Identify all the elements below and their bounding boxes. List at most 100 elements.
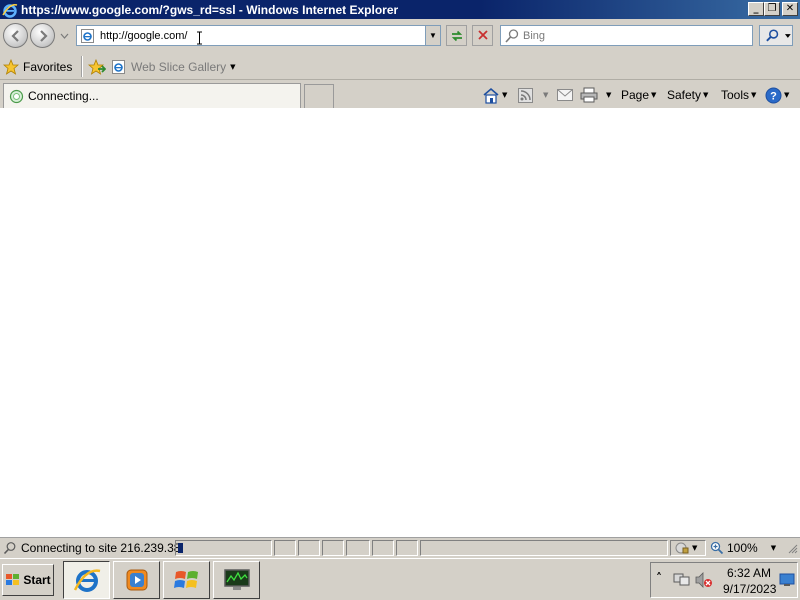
web-slice-gallery-label: Web Slice Gallery	[131, 60, 227, 74]
home-button[interactable]: ▼	[482, 86, 507, 104]
status-panel	[346, 540, 370, 556]
start-button[interactable]: Start	[2, 564, 54, 596]
printer-icon	[580, 87, 598, 103]
favorites-bar: Favorites Web Slice Gallery ▼	[0, 53, 800, 80]
refresh-icon	[451, 30, 462, 42]
system-tray: ˄ 6:32 AM 9/17/2023	[650, 562, 798, 598]
status-panel	[396, 540, 418, 556]
clock[interactable]: 6:32 AM 9/17/2023	[723, 565, 777, 597]
restore-button[interactable]: ❐	[764, 2, 780, 16]
tools-menu-label: Tools	[721, 88, 750, 102]
taskbar-app-media-player[interactable]	[113, 561, 160, 599]
page-ie-icon	[81, 28, 94, 43]
safety-menu-label: Safety	[667, 88, 702, 102]
chevron-down-icon: ▼	[751, 91, 757, 99]
minimize-button[interactable]: _	[748, 2, 764, 16]
chevron-down-icon[interactable]: ▼	[606, 91, 611, 99]
chevron-down-icon[interactable]: ▼	[502, 91, 507, 99]
zoom-level: 100%	[727, 541, 758, 555]
chevron-down-icon: ▼	[692, 544, 698, 552]
ie-logo-icon	[2, 3, 18, 18]
chevron-down-icon[interactable]: ▼	[543, 91, 548, 99]
protected-mode-button[interactable]: ▼	[670, 540, 706, 556]
page-menu[interactable]: Page ▼	[621, 86, 656, 104]
magnifier-icon	[766, 28, 779, 41]
back-arrow-icon	[10, 30, 19, 42]
read-mail-button[interactable]	[557, 86, 573, 104]
print-button[interactable]: ▼	[580, 86, 611, 104]
chevron-down-icon: ▼	[651, 91, 657, 99]
forward-button[interactable]	[30, 23, 55, 48]
address-dropdown-button[interactable]: ▼	[425, 26, 440, 45]
title-bar[interactable]: https://www.google.com/?gws_rd=ssl - Win…	[0, 0, 800, 19]
favorites-separator	[81, 56, 83, 77]
favorites-label: Favorites	[23, 59, 73, 74]
page-menu-label: Page	[621, 88, 650, 102]
recent-pages-dropdown-icon[interactable]	[60, 33, 69, 39]
task-manager-icon	[223, 569, 250, 590]
tab-current[interactable]: Connecting...	[3, 83, 301, 108]
chevron-down-icon: ▼	[703, 91, 709, 99]
status-panel	[298, 540, 320, 556]
status-panel	[322, 540, 344, 556]
clock-time: 6:32 AM	[726, 566, 772, 580]
clock-date: 9/17/2023	[723, 582, 777, 596]
taskbar-app-internet-explorer[interactable]	[63, 561, 110, 599]
address-input[interactable]	[100, 29, 420, 42]
safety-menu[interactable]: Safety ▼	[667, 86, 708, 104]
text-cursor-icon	[197, 31, 202, 45]
star-icon	[3, 58, 19, 75]
page-content-area[interactable]	[0, 108, 800, 537]
progress-bar	[175, 540, 272, 556]
taskbar-app-task-manager[interactable]	[213, 561, 260, 599]
status-bar: Connecting to site 216.239.38. ▼ 100% ▼	[0, 537, 800, 557]
status-panel	[420, 540, 668, 556]
show-hidden-icons-button[interactable]: ˄	[656, 571, 662, 585]
chevron-down-icon[interactable]	[784, 33, 792, 39]
new-tab-button[interactable]	[304, 84, 334, 108]
taskbar-app-windows-explorer[interactable]	[163, 561, 210, 599]
stop-button[interactable]	[472, 25, 493, 46]
svg-text:?: ?	[770, 90, 777, 102]
home-icon	[483, 87, 499, 104]
progress-fill	[178, 543, 183, 553]
status-message: Connecting to site 216.239.38.	[3, 540, 184, 556]
globe-lock-icon	[675, 542, 689, 554]
search-box[interactable]	[500, 25, 753, 46]
zoom-icon	[710, 541, 724, 555]
back-button[interactable]	[3, 23, 28, 48]
show-desktop-icon[interactable]	[779, 573, 795, 587]
add-to-favorites-bar-icon[interactable]	[88, 58, 106, 76]
tab-label: Connecting...	[28, 89, 99, 103]
page-ie-icon	[112, 60, 125, 74]
loading-spinner-icon	[9, 89, 24, 103]
status-panel	[372, 540, 394, 556]
navigation-bar: ▼	[0, 19, 800, 53]
volume-muted-icon[interactable]	[695, 572, 713, 588]
status-panel	[274, 540, 296, 556]
search-go-button[interactable]	[759, 25, 793, 46]
address-bar[interactable]: ▼	[76, 25, 441, 46]
zoom-control[interactable]: 100% ▼	[710, 540, 776, 556]
favorites-button[interactable]: Favorites	[3, 57, 72, 76]
internet-explorer-icon	[73, 569, 100, 592]
help-button[interactable]: ? ▼	[765, 86, 789, 104]
tab-command-bar: Connecting... ▼ ▼ ▼ Page ▼ Safety ▼ Tool…	[0, 80, 800, 108]
chevron-down-icon[interactable]: ▼	[784, 91, 789, 99]
tools-menu[interactable]: Tools ▼	[721, 86, 756, 104]
windows-logo-icon	[6, 574, 20, 585]
chevron-down-icon[interactable]: ▼	[771, 544, 776, 552]
close-button[interactable]: ✕	[782, 2, 798, 16]
start-label: Start	[23, 573, 51, 587]
windows-flag-icon	[173, 571, 198, 588]
taskbar: Start ˄ 6:32 AM 9/17/2023	[0, 558, 800, 600]
network-icon[interactable]	[673, 572, 691, 588]
chevron-down-icon[interactable]: ▼	[230, 63, 235, 71]
feeds-button[interactable]: ▼	[518, 86, 548, 104]
web-slice-gallery-link[interactable]: Web Slice Gallery ▼	[111, 58, 236, 76]
refresh-button[interactable]	[446, 25, 467, 46]
mail-icon	[557, 89, 573, 101]
search-input[interactable]	[523, 29, 743, 42]
search-icon	[505, 28, 519, 43]
resize-grip-icon[interactable]	[788, 544, 798, 554]
